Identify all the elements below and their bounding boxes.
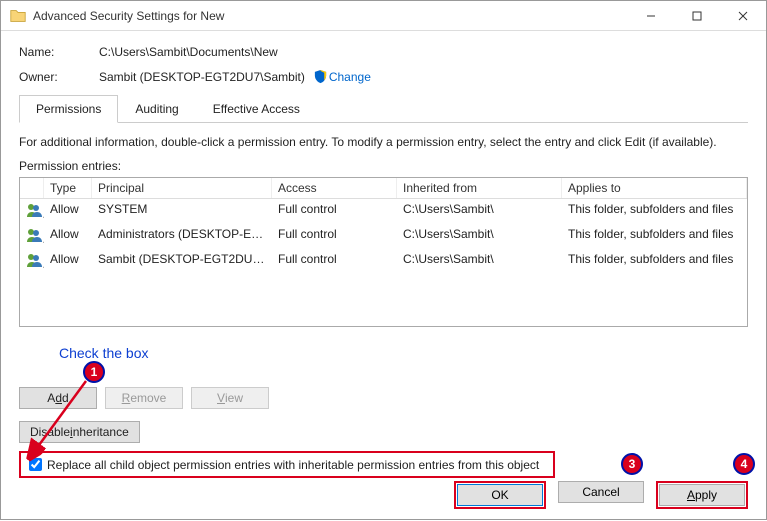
owner-label: Owner: — [19, 70, 99, 84]
replace-children-checkbox[interactable] — [29, 458, 42, 471]
table-row[interactable]: AllowSYSTEMFull controlC:\Users\Sambit\T… — [20, 199, 747, 224]
remove-button: Remove — [105, 387, 183, 409]
table-row[interactable]: AllowSambit (DESKTOP-EGT2DU7\S...Full co… — [20, 249, 747, 274]
maximize-button[interactable] — [674, 1, 720, 31]
annotation-badge-4: 4 — [733, 453, 755, 475]
tab-effective-access[interactable]: Effective Access — [196, 95, 317, 123]
replace-children-row[interactable]: Replace all child object permission entr… — [19, 451, 555, 478]
cancel-button[interactable]: Cancel — [558, 481, 644, 503]
annotation-badge-3: 3 — [621, 453, 643, 475]
tab-permissions[interactable]: Permissions — [19, 95, 118, 123]
col-access[interactable]: Access — [272, 178, 397, 198]
tab-auditing[interactable]: Auditing — [118, 95, 195, 123]
principal-icon — [20, 249, 44, 274]
titlebar: Advanced Security Settings for New — [1, 1, 766, 31]
principal-icon — [20, 199, 44, 224]
permission-table: Type Principal Access Inherited from App… — [19, 177, 748, 327]
close-button[interactable] — [720, 1, 766, 31]
table-row[interactable]: AllowAdministrators (DESKTOP-EG...Full c… — [20, 224, 747, 249]
view-button: View — [191, 387, 269, 409]
principal-icon — [20, 224, 44, 249]
change-owner-link[interactable]: Change — [313, 69, 371, 84]
folder-icon — [9, 7, 27, 25]
annotation-hint: Check the box — [59, 345, 149, 361]
add-button[interactable]: AAdddd — [19, 387, 97, 409]
replace-children-label: Replace all child object permission entr… — [47, 458, 539, 472]
name-value: C:\Users\Sambit\Documents\New — [99, 45, 278, 59]
col-principal[interactable]: Principal — [92, 178, 272, 198]
col-type[interactable]: Type — [44, 178, 92, 198]
tab-strip: Permissions Auditing Effective Access — [19, 94, 748, 123]
ok-button[interactable]: OK — [457, 484, 543, 506]
apply-button[interactable]: Apply — [659, 484, 745, 506]
shield-icon — [313, 69, 328, 84]
annotation-badge-1: 1 — [83, 361, 105, 383]
col-inherited[interactable]: Inherited from — [397, 178, 562, 198]
entries-label: Permission entries: — [19, 159, 748, 173]
minimize-button[interactable] — [628, 1, 674, 31]
disable-inheritance-button[interactable]: Disable inheritance — [19, 421, 140, 443]
window-title: Advanced Security Settings for New — [33, 9, 628, 23]
info-text: For additional information, double-click… — [19, 135, 748, 149]
owner-value: Sambit (DESKTOP-EGT2DU7\Sambit) — [99, 70, 305, 84]
col-applies[interactable]: Applies to — [562, 178, 747, 198]
name-label: Name: — [19, 45, 99, 59]
